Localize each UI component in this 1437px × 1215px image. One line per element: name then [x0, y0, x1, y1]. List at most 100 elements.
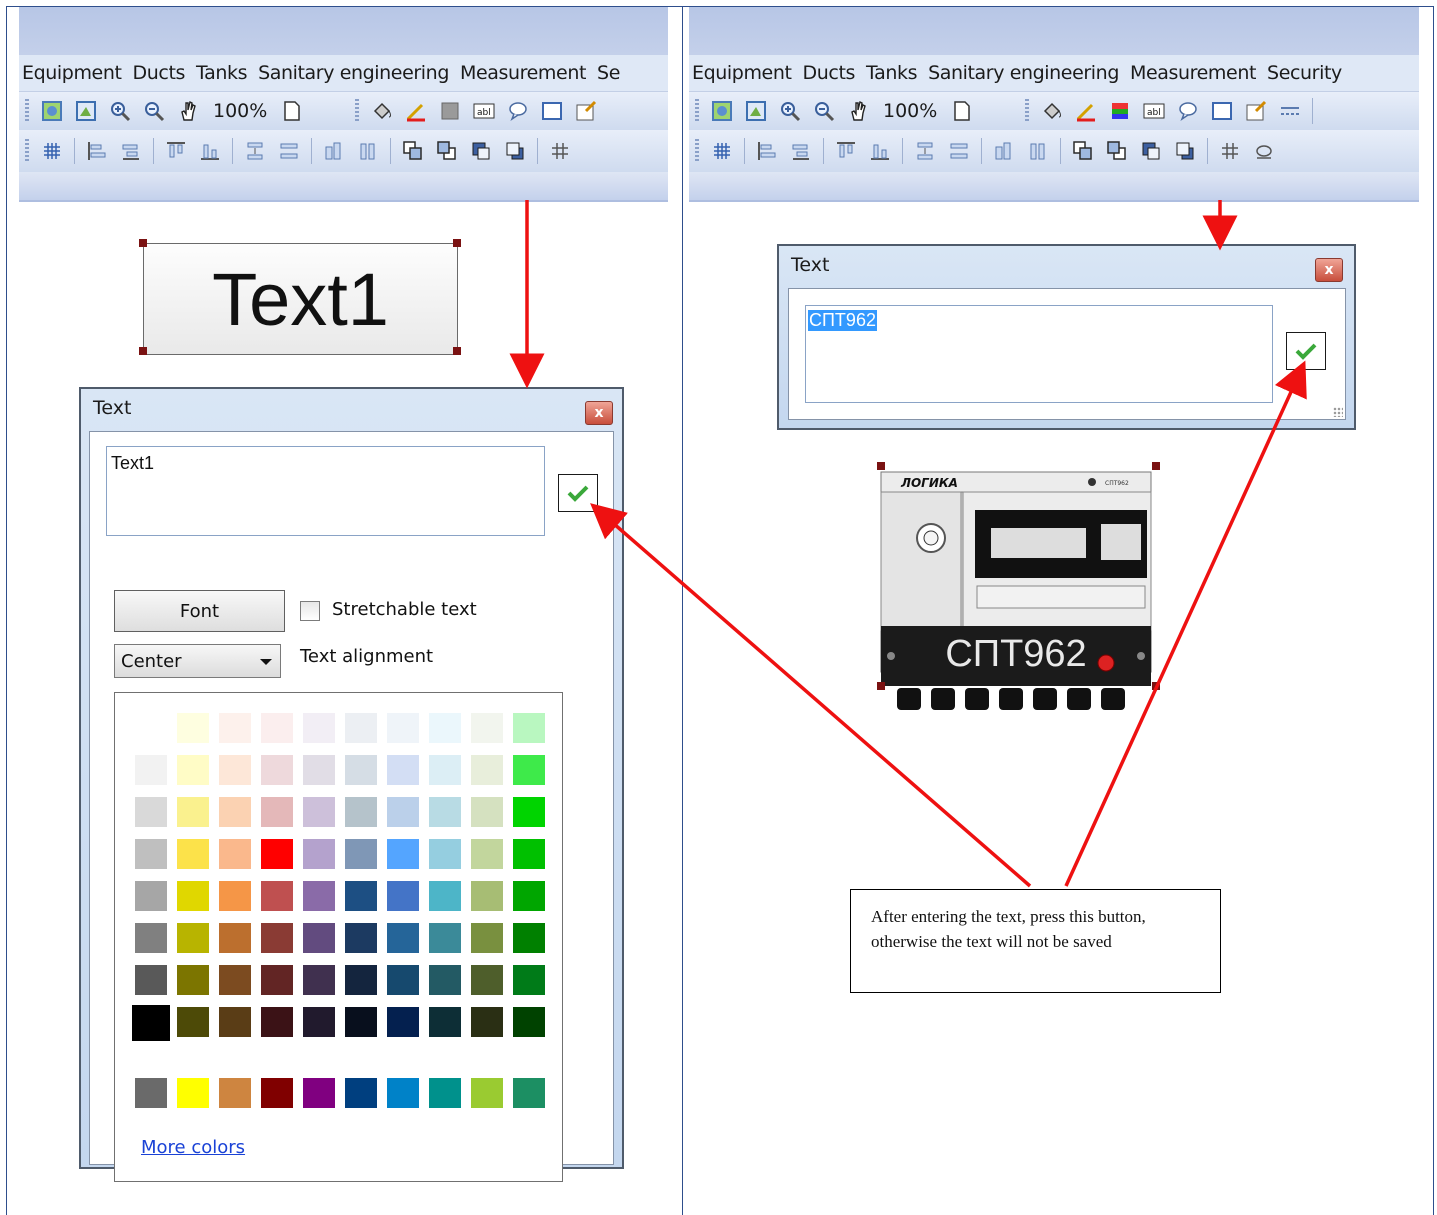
color-swatch-standard[interactable] [177, 1078, 209, 1108]
new-page-icon[interactable] [949, 98, 975, 124]
color-swatch[interactable] [345, 839, 377, 869]
bring-forward-icon[interactable] [468, 138, 494, 164]
align-left-icon[interactable] [84, 138, 110, 164]
align-right-icon[interactable] [788, 138, 814, 164]
color-swatch[interactable] [261, 1007, 293, 1037]
close-button[interactable]: x [1315, 258, 1343, 282]
color-swatch[interactable] [135, 881, 167, 911]
color-swatch[interactable] [429, 713, 461, 743]
color-swatch[interactable] [177, 1007, 209, 1037]
menu-item-tanks[interactable]: Tanks [193, 62, 255, 84]
color-swatch[interactable] [513, 713, 545, 743]
color-swatch[interactable] [345, 1007, 377, 1037]
send-to-back-icon[interactable] [1104, 138, 1130, 164]
menu-item-equipment[interactable]: Equipment [689, 62, 800, 84]
color-swatch[interactable] [513, 965, 545, 995]
color-swatch[interactable] [513, 755, 545, 785]
color-swatch[interactable] [261, 965, 293, 995]
align-top-icon[interactable] [833, 138, 859, 164]
color-swatch[interactable] [471, 755, 503, 785]
color-swatch[interactable] [303, 923, 335, 953]
selection-handle[interactable] [139, 239, 147, 247]
color-swatch[interactable] [177, 755, 209, 785]
same-height-icon[interactable] [1025, 138, 1051, 164]
properties-icon[interactable] [573, 98, 599, 124]
font-button[interactable]: Font [114, 590, 285, 632]
color-swatch[interactable] [345, 755, 377, 785]
color-swatch[interactable] [261, 881, 293, 911]
send-backward-icon[interactable] [502, 138, 528, 164]
menu-item-tanks[interactable]: Tanks [863, 62, 925, 84]
color-swatch-standard[interactable] [219, 1078, 251, 1108]
color-swatch-standard[interactable] [471, 1078, 503, 1108]
color-swatch[interactable] [387, 839, 419, 869]
color-swatch[interactable] [471, 839, 503, 869]
color-swatch[interactable] [135, 839, 167, 869]
pen-color-icon[interactable] [1073, 98, 1099, 124]
menu-item-measurement[interactable]: Measurement [1127, 62, 1264, 84]
menu-item-sanitary-engineering[interactable]: Sanitary engineering [925, 62, 1127, 84]
color-swatch-standard[interactable] [345, 1078, 377, 1108]
snap-grid-icon[interactable] [1217, 138, 1243, 164]
color-swatch[interactable] [303, 713, 335, 743]
line-style-icon[interactable] [1277, 98, 1303, 124]
color-swatch[interactable] [219, 1007, 251, 1037]
same-height-icon[interactable] [355, 138, 381, 164]
distribute-center-icon[interactable] [946, 138, 972, 164]
color-swatch[interactable] [135, 797, 167, 827]
menu-item-measurement[interactable]: Measurement [457, 62, 594, 84]
color-swatch-standard[interactable] [303, 1078, 335, 1108]
color-swatch[interactable] [345, 797, 377, 827]
align-left-icon[interactable] [754, 138, 780, 164]
color-swatch[interactable] [177, 839, 209, 869]
color-swatch[interactable] [219, 881, 251, 911]
distribute-vertical-icon[interactable] [242, 138, 268, 164]
align-top-icon[interactable] [163, 138, 189, 164]
color-swatch-icon[interactable] [437, 98, 463, 124]
align-bottom-icon[interactable] [867, 138, 893, 164]
color-swatch[interactable] [345, 923, 377, 953]
selection-handle[interactable] [453, 347, 461, 355]
color-swatch[interactable] [135, 923, 167, 953]
stretchable-text-checkbox[interactable] [300, 601, 320, 621]
close-button[interactable]: x [585, 401, 613, 425]
align-right-icon[interactable] [118, 138, 144, 164]
color-swatch[interactable] [261, 923, 293, 953]
color-swatch-standard[interactable] [429, 1078, 461, 1108]
pan-hand-icon[interactable] [845, 98, 871, 124]
zoom-page-icon[interactable] [743, 98, 769, 124]
color-swatch[interactable] [471, 923, 503, 953]
pen-color-icon[interactable] [403, 98, 429, 124]
selection-handle[interactable] [139, 347, 147, 355]
comment-icon[interactable] [1175, 98, 1201, 124]
color-swatch[interactable] [345, 965, 377, 995]
color-swatch[interactable] [471, 713, 503, 743]
distribute-center-icon[interactable] [276, 138, 302, 164]
color-swatch[interactable] [261, 713, 293, 743]
color-swatch-icon[interactable] [1107, 98, 1133, 124]
text-tool-icon[interactable]: abl [471, 98, 497, 124]
color-swatch[interactable] [132, 1005, 170, 1041]
menu-item-security[interactable]: Security [1264, 62, 1350, 84]
color-swatch[interactable] [471, 1007, 503, 1037]
zoom-level[interactable]: 100% [883, 100, 937, 122]
rotate-icon[interactable] [1251, 138, 1277, 164]
selection-handle[interactable] [1152, 462, 1160, 470]
color-swatch[interactable] [177, 923, 209, 953]
menu-item-ducts[interactable]: Ducts [800, 62, 863, 84]
color-swatch[interactable] [387, 923, 419, 953]
color-swatch[interactable] [135, 713, 167, 743]
bring-forward-icon[interactable] [1138, 138, 1164, 164]
menu-item-security[interactable]: Se [594, 62, 628, 84]
grid-icon[interactable] [709, 138, 735, 164]
frame-icon[interactable] [1209, 98, 1235, 124]
color-swatch[interactable] [177, 797, 209, 827]
menu-item-equipment[interactable]: Equipment [19, 62, 130, 84]
selection-handle[interactable] [453, 239, 461, 247]
text-input[interactable]: Text1 [106, 446, 545, 536]
color-swatch-standard[interactable] [261, 1078, 293, 1108]
color-swatch[interactable] [303, 1007, 335, 1037]
bring-to-front-icon[interactable] [400, 138, 426, 164]
pan-hand-icon[interactable] [175, 98, 201, 124]
color-swatch[interactable] [429, 965, 461, 995]
